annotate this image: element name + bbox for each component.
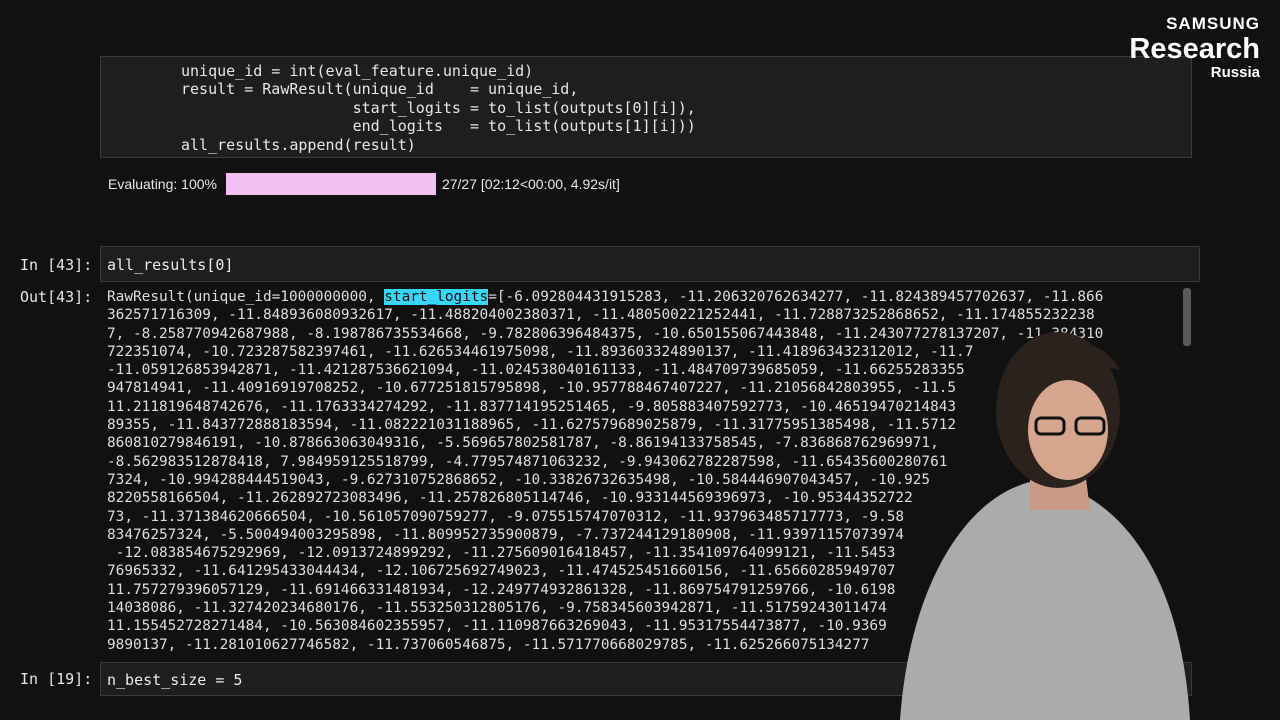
code-cell-43[interactable]: all_results[0] xyxy=(100,246,1200,282)
output-line: -11.059126853942871, -11.421287536621094… xyxy=(107,362,965,379)
input-prompt: In [19]: xyxy=(20,670,93,688)
code-line: start_logits = to_list(outputs[0][i]), xyxy=(181,99,696,117)
code-cell-previous[interactable]: unique_id = int(eval_feature.unique_id) … xyxy=(100,56,1192,158)
selected-text: start_logits xyxy=(384,289,489,305)
output-line: 8220558166504, -11.262892723083496, -11.… xyxy=(107,490,913,507)
logo-line-3: Russia xyxy=(1210,64,1260,81)
output-prefix: RawResult(unique_id=1000000000, xyxy=(107,289,385,305)
progress-bar xyxy=(225,173,436,195)
output-line: 14038086, -11.327420234680176, -11.55325… xyxy=(107,600,887,617)
code-input[interactable]: n_best_size = 5 xyxy=(107,671,242,689)
progress-output: Evaluating: 100% 27/27 [02:12<00:00, 4.9… xyxy=(108,172,620,196)
code-line: all_results.append(result) xyxy=(181,136,416,154)
progress-label: Evaluating: 100% xyxy=(108,176,217,192)
code-line: result = RawResult(unique_id = unique_id… xyxy=(181,80,579,98)
output-line: 11.155452728271484, -10.563084602355957,… xyxy=(107,618,887,635)
output-rest: =[-6.092804431915283, -11.20632076263427… xyxy=(488,289,1104,305)
logo-line-2: Research xyxy=(1129,33,1260,65)
output-line: 7324, -10.994288444519043, -9.6273107528… xyxy=(107,471,931,488)
output-line: 11.757279396057129, -11.691466331481934,… xyxy=(107,581,896,598)
logo-line-1: SAMSUNG xyxy=(1166,14,1260,33)
presenter-figure xyxy=(900,332,1190,720)
code-line: unique_id = int(eval_feature.unique_id) xyxy=(181,62,534,80)
samsung-research-logo: SAMSUNG Research Russia xyxy=(1129,14,1260,82)
output-line: 89355, -11.843772888183594, -11.08222103… xyxy=(107,417,957,434)
code-input[interactable]: all_results[0] xyxy=(107,256,233,274)
output-line: -8.562983512878418, 7.984959125518799, -… xyxy=(107,453,948,470)
output-line: 11.211819648742676, -11.1763334274292, -… xyxy=(107,398,957,415)
output-line: 722351074, -10.723287582397461, -11.6265… xyxy=(107,343,974,360)
input-prompt: In [43]: xyxy=(20,256,93,274)
output-line: 860810279846191, -10.878663063049316, -5… xyxy=(107,435,939,452)
output-line: 76965332, -11.641295433044434, -12.10672… xyxy=(107,563,896,580)
progress-meta: 27/27 [02:12<00:00, 4.92s/it] xyxy=(441,176,620,192)
output-prompt: Out[43]: xyxy=(20,288,93,306)
output-line: 73, -11.371384620666504, -10.56105709075… xyxy=(107,508,905,525)
output-line: 83476257324, -5.500494003295898, -11.809… xyxy=(107,526,905,543)
code-line: end_logits = to_list(outputs[1][i])) xyxy=(181,117,696,135)
output-line: 9890137, -11.281010627746582, -11.737060… xyxy=(107,636,870,652)
output-line: -12.083854675292969, -12.0913724899292, … xyxy=(107,545,896,562)
output-line: 947814941, -11.40916919708252, -10.67725… xyxy=(107,380,957,397)
